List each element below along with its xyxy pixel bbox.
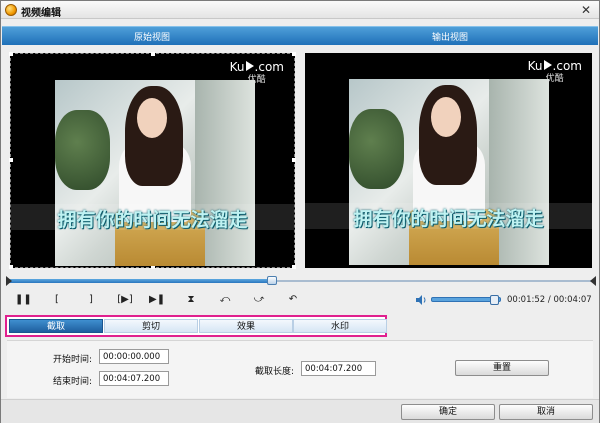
crop-handle[interactable] [292, 265, 296, 269]
edit-mode-tabs: 截取 剪切 效果 水印 [5, 315, 387, 337]
video-frame-figure [431, 97, 461, 137]
crop-handle[interactable] [292, 52, 296, 56]
play-logo-icon [543, 60, 552, 70]
volume-slider[interactable] [431, 295, 501, 305]
original-view-title: 原始视图 [133, 33, 170, 43]
end-time-label: 结束时间: [53, 377, 93, 387]
crop-handle[interactable] [292, 158, 296, 162]
current-time: 00:01:52 [507, 295, 546, 305]
window-title: 视频编辑 [21, 8, 61, 19]
time-separator: / [547, 295, 551, 305]
end-time-input[interactable] [99, 371, 169, 386]
watermark-logo: Ku .com 优酷 [229, 60, 284, 85]
start-time-label: 开始时间: [53, 355, 93, 365]
video-frame-tree [349, 109, 404, 189]
crop-handle[interactable] [9, 52, 13, 56]
video-edit-window: 视频编辑 ✕ 原始视图 输出视图 Ku .com 优酷 拥有你的时间无法溜走 K… [0, 0, 600, 423]
subtitle-text: 拥有你的时间无法溜走 [353, 208, 544, 230]
capture-length-input[interactable] [301, 361, 376, 376]
tab-capture[interactable]: 截取 [9, 319, 103, 333]
dialog-footer: 确定 取消 [1, 399, 599, 423]
video-frame-tree [55, 110, 110, 190]
time-readout: 00:01:52 / 00:04:07 [507, 295, 592, 305]
app-logo-icon [5, 4, 17, 16]
tab-effects[interactable]: 效果 [199, 319, 293, 333]
playback-controls: ❚❚ [ ] [▶] ▶❚ ⧗ ⤺ ⤻ ↶ [15, 293, 315, 307]
timeline-end-marker-icon[interactable] [590, 276, 596, 286]
play-selection-button[interactable]: [▶] [115, 293, 135, 307]
output-view-pane: Ku .com 优酷 拥有你的时间无法溜走 [305, 53, 592, 268]
timeline-thumb[interactable] [267, 276, 277, 285]
timeline-start-marker-icon[interactable] [6, 276, 12, 286]
ok-button[interactable]: 确定 [401, 404, 495, 420]
capture-settings-panel: 开始时间: 结束时间: 截取长度: 重置 [7, 340, 593, 398]
tab-cut[interactable]: 剪切 [104, 319, 198, 333]
crop-handle[interactable] [151, 52, 155, 56]
total-time: 00:04:07 [553, 295, 592, 305]
volume-thumb[interactable] [490, 295, 499, 305]
next-frame-button[interactable]: ▶❚ [149, 293, 165, 307]
tab-watermark[interactable]: 水印 [293, 319, 387, 333]
subtitle-text: 拥有你的时间无法溜走 [57, 209, 248, 231]
output-view-title: 输出视图 [431, 33, 468, 43]
views-header: 原始视图 输出视图 [2, 26, 598, 45]
start-time-input[interactable] [99, 349, 169, 364]
close-button[interactable]: ✕ [579, 3, 593, 17]
timeline-slider[interactable] [6, 276, 596, 286]
undo-button[interactable]: ↶ [285, 293, 301, 307]
video-frame [55, 80, 255, 266]
volume-icon[interactable] [415, 294, 427, 306]
capture-length-label: 截取长度: [255, 367, 295, 377]
watermark-logo: Ku .com 优酷 [527, 59, 582, 84]
cancel-button[interactable]: 取消 [499, 404, 593, 420]
split-button[interactable]: ⧗ [183, 293, 199, 307]
rotate-left-button[interactable]: ⤺ [217, 293, 233, 307]
crop-handle[interactable] [9, 158, 13, 162]
pause-button[interactable]: ❚❚ [15, 293, 32, 307]
original-view-pane[interactable]: Ku .com 优酷 拥有你的时间无法溜走 [9, 52, 296, 269]
video-frame [349, 79, 549, 265]
mark-in-button[interactable]: [ [49, 293, 65, 307]
crop-handle[interactable] [9, 265, 13, 269]
title-bar: 视频编辑 ✕ [1, 1, 599, 19]
timeline-progress [9, 279, 272, 283]
video-frame-figure [137, 98, 167, 138]
play-logo-icon [245, 61, 254, 71]
mark-out-button[interactable]: ] [83, 293, 99, 307]
rotate-right-button[interactable]: ⤻ [251, 293, 267, 307]
reset-button[interactable]: 重置 [455, 360, 549, 376]
